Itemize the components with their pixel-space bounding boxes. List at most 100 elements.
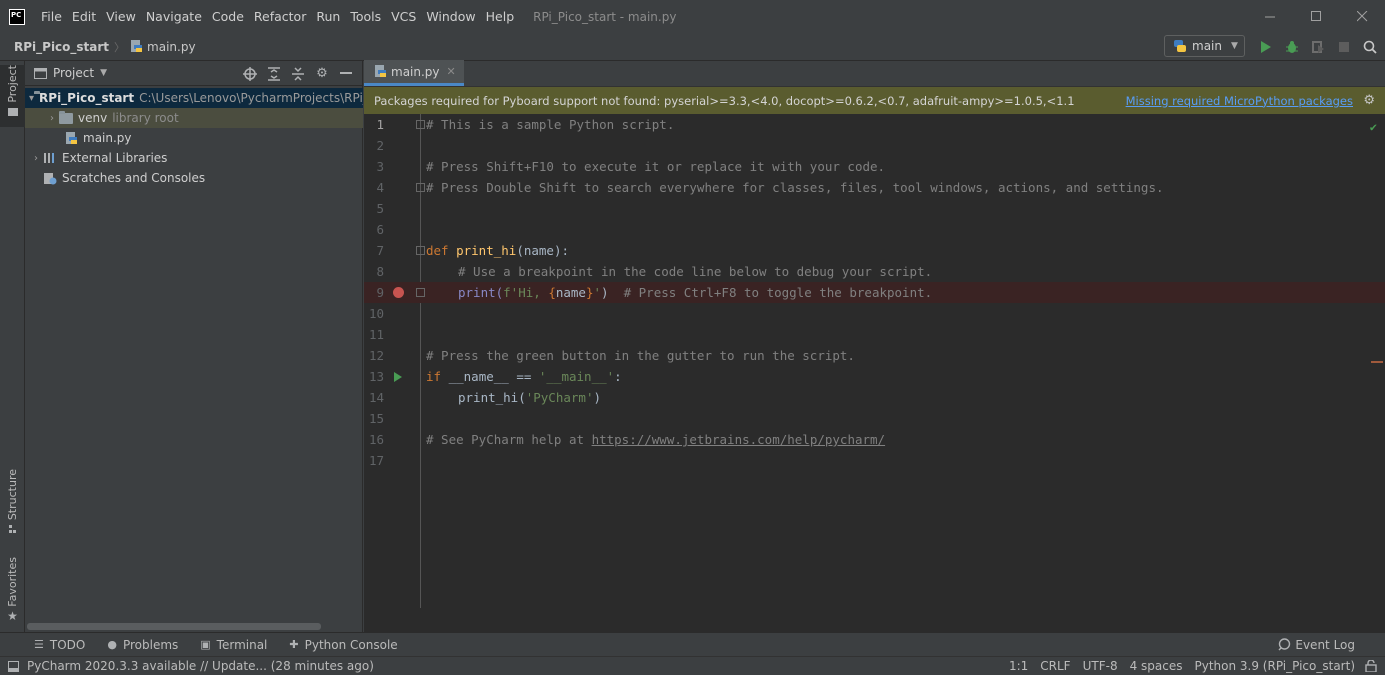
code-line-breakpoint: 9 print(f'Hi, {name}') # Press Ctrl+F8 t… [364,282,1385,303]
menu-edit[interactable]: Edit [67,9,101,24]
python-console-icon: ✚ [289,638,299,651]
chevron-right-icon: › [50,112,54,124]
chevron-down-icon: ▼ [1230,41,1238,51]
folder-icon [59,110,73,124]
window-controls [1247,0,1385,33]
status-message[interactable]: PyCharm 2020.3.3 available // Update... … [8,659,374,673]
menu-code[interactable]: Code [207,9,249,24]
notification-banner: Packages required for Pyboard support no… [364,87,1385,114]
run-config-select[interactable]: main ▼ [1164,35,1245,57]
indent-setting[interactable]: 4 spaces [1130,659,1183,673]
coverage-button[interactable] [1307,36,1329,58]
terminal-tab[interactable]: ▣ Terminal [200,638,267,652]
maximize-icon [1310,11,1321,21]
menu-run[interactable]: Run [311,9,345,24]
minimize-icon [1264,16,1275,18]
project-view-selector[interactable]: Project [53,66,94,80]
minimize-button[interactable] [1247,0,1293,33]
banner-text: Packages required for Pyboard support no… [374,93,1075,108]
maximize-button[interactable] [1293,0,1339,33]
event-log-tab[interactable]: Event Log [1278,638,1355,652]
run-button[interactable] [1255,36,1277,58]
todo-tab[interactable]: ☰ TODO [34,638,85,652]
menu-vcs[interactable]: VCS [386,9,421,24]
run-icon [1261,41,1271,53]
status-bar: PyCharm 2020.3.3 available // Update... … [0,656,1385,675]
event-log-icon [1278,638,1291,651]
breadcrumb-file[interactable]: main.py [130,40,196,54]
favorites-tool-tab[interactable]: Favorites ★ [0,557,25,625]
search-icon [1363,40,1377,54]
file-encoding[interactable]: UTF-8 [1083,659,1118,673]
fold-marker-icon[interactable] [416,288,425,297]
hide-panel-button[interactable] [334,64,358,84]
title-bar: PC File Edit View Navigate Code Refactor… [0,0,1385,33]
stop-button[interactable] [1333,36,1355,58]
breakpoint-icon [392,287,404,298]
install-packages-link[interactable]: Missing required MicroPython packages [1126,94,1353,108]
close-button[interactable] [1339,0,1385,33]
menu-file[interactable]: File [36,9,67,24]
python-file-icon [375,65,386,77]
code-editor[interactable]: ✔ 1 # This is a sample Python script. 2 … [364,114,1385,608]
editor-tab-bar: main.py ✕ [364,60,1385,87]
chevron-down-icon: ▾ [29,92,35,104]
fold-marker-icon[interactable] [416,120,425,129]
fold-marker-icon[interactable] [416,246,425,255]
breadcrumb-project[interactable]: RPi_Pico_start [14,40,109,54]
code-line: 12 # Press the green button in the gutte… [368,348,855,363]
code-line: 10 [368,306,384,321]
code-line: 8 # Use a breakpoint in the code line be… [376,264,933,279]
lock-icon[interactable] [1365,660,1377,672]
breadcrumb-separator: 〉 [114,40,126,54]
collapse-all-button[interactable] [286,64,310,84]
code-line: 17 [368,453,384,468]
panel-settings-button[interactable]: ⚙ [310,64,334,84]
project-view-icon [34,67,47,79]
collapse-all-icon [292,66,304,81]
run-gutter-button[interactable] [392,371,404,382]
python-file-icon [66,131,77,144]
menu-view[interactable]: View [101,9,141,24]
breakpoint-marker[interactable] [392,287,404,298]
tree-item-venv[interactable]: › venv library root [25,108,363,128]
expand-all-button[interactable] [262,64,286,84]
navigation-bar: RPi_Pico_start 〉 main.py main ▼ [0,33,1385,61]
chevron-down-icon[interactable]: ▼ [100,68,107,78]
library-icon [44,153,54,163]
tree-item-main-py[interactable]: main.py [25,128,363,148]
menu-window[interactable]: Window [421,9,480,24]
menu-refactor[interactable]: Refactor [249,9,311,24]
debug-button[interactable] [1281,36,1303,58]
search-everywhere-button[interactable] [1359,36,1381,58]
python-interpreter[interactable]: Python 3.9 (RPi_Pico_start) [1194,659,1355,673]
pycharm-help-link[interactable]: https://www.jetbrains.com/help/pycharm/ [592,432,886,447]
project-tool-tab[interactable]: Project [0,65,25,127]
project-panel: Project ▼ ⚙ ▾ RPi_Pico_start C:\Users\Le… [25,61,363,632]
python-console-tab[interactable]: ✚ Python Console [289,638,397,652]
menu-navigate[interactable]: Navigate [141,9,207,24]
close-icon [1356,11,1367,22]
code-line: 5 [376,201,384,216]
fold-marker-icon[interactable] [416,183,425,192]
code-line: 6 [376,222,384,237]
tree-item-external-libraries[interactable]: › External Libraries [25,148,363,168]
project-panel-header: Project ▼ ⚙ [25,61,362,86]
locate-file-button[interactable] [238,64,262,84]
tree-item-scratches[interactable]: Scratches and Consoles [25,168,363,188]
bottom-tool-tabs: ☰ TODO ● Problems ▣ Terminal ✚ Python Co… [0,632,1385,656]
structure-tool-tab[interactable]: Structure [0,469,25,539]
bug-icon [1286,41,1298,53]
menu-tools[interactable]: Tools [345,9,386,24]
tree-item-project-root[interactable]: ▾ RPi_Pico_start C:\Users\Lenovo\Pycharm… [25,88,363,108]
expand-all-icon [268,66,280,81]
caret-position[interactable]: 1:1 [1009,659,1028,673]
menu-help[interactable]: Help [481,9,520,24]
gear-icon[interactable]: ⚙ [1363,93,1375,108]
editor-tab-main-py[interactable]: main.py ✕ [364,60,464,86]
horizontal-scrollbar[interactable] [27,623,321,630]
line-separator[interactable]: CRLF [1040,659,1070,673]
problems-tab[interactable]: ● Problems [107,638,178,652]
structure-icon [8,525,16,534]
close-tab-icon[interactable]: ✕ [447,65,456,78]
